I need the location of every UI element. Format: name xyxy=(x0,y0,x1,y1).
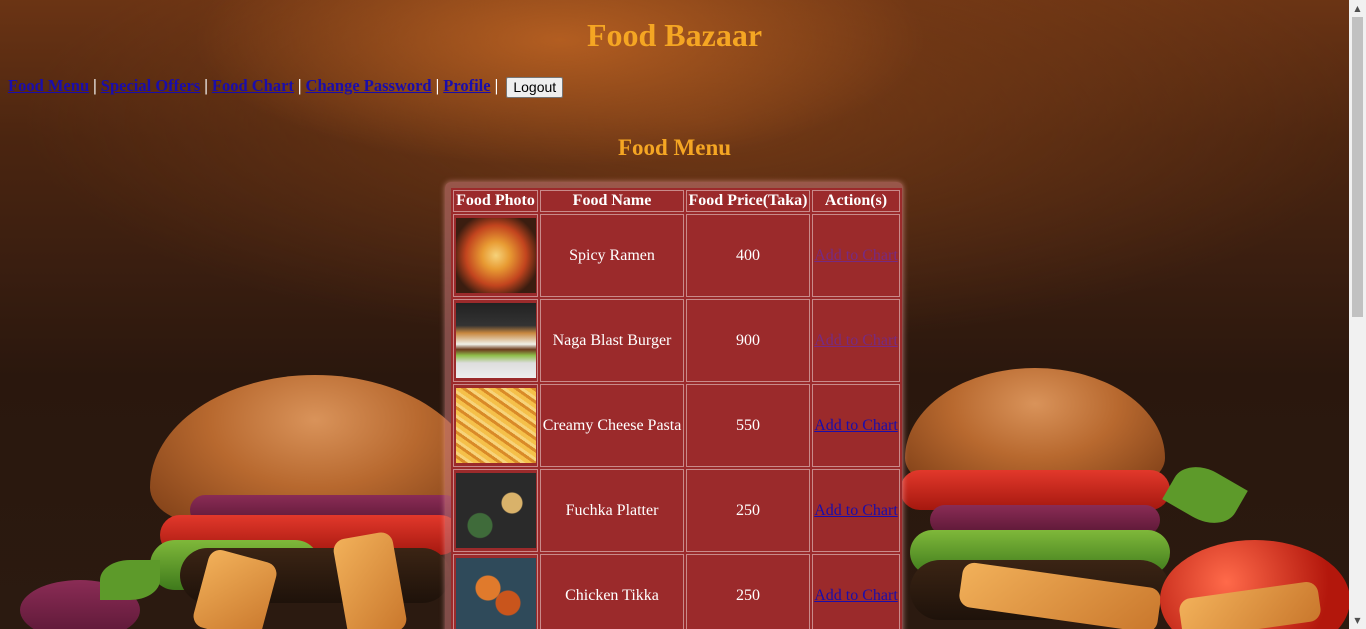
nav-link-food-chart[interactable]: Food Chart xyxy=(212,76,294,95)
nav-separator: | xyxy=(93,76,97,95)
nav-separator: | xyxy=(435,76,440,95)
site-title: Food Bazaar xyxy=(586,17,763,53)
food-price-cell: 250 xyxy=(686,554,810,629)
section-title: Food Menu xyxy=(617,135,732,160)
action-cell: Add to Chart xyxy=(812,299,900,382)
food-price-cell: 550 xyxy=(686,384,810,467)
nav-separator: | xyxy=(297,76,302,95)
action-cell: Add to Chart xyxy=(812,469,900,552)
table-row: Chicken Tikka 250 Add to Chart xyxy=(453,554,900,629)
add-to-chart-link[interactable]: Add to Chart xyxy=(814,247,898,264)
spicy-ramen-photo xyxy=(455,218,536,293)
food-photo-cell xyxy=(453,214,538,297)
action-cell: Add to Chart xyxy=(812,384,900,467)
food-name-cell: Naga Blast Burger xyxy=(540,299,684,382)
food-price-cell: 250 xyxy=(686,469,810,552)
menu-table-container: Food Photo Food Name Food Price(Taka) Ac… xyxy=(445,182,903,629)
nav-link-profile[interactable]: Profile xyxy=(443,76,490,95)
food-photo-cell xyxy=(453,469,538,552)
food-name-cell: Fuchka Platter xyxy=(540,469,684,552)
nav-link-food-menu[interactable]: Food Menu xyxy=(8,76,89,95)
nav-separator: | xyxy=(204,76,208,95)
food-name-cell: Spicy Ramen xyxy=(540,214,684,297)
add-to-chart-link[interactable]: Add to Chart xyxy=(814,332,898,349)
food-photo-cell xyxy=(453,299,538,382)
fuchka-platter-photo xyxy=(455,473,536,548)
table-row: Spicy Ramen 400 Add to Chart xyxy=(453,214,900,297)
food-price-cell: 900 xyxy=(686,299,810,382)
creamy-cheese-pasta-photo xyxy=(455,388,536,463)
header-actions: Action(s) xyxy=(812,190,900,212)
naga-blast-burger-photo xyxy=(455,303,536,378)
header-food-photo: Food Photo xyxy=(453,190,538,212)
top-nav: Food Menu | Special Offers | Food Chart | Chan… xyxy=(8,76,564,98)
scroll-thumb[interactable] xyxy=(1352,17,1363,317)
food-photo-cell xyxy=(453,384,538,467)
food-menu-table: Food Photo Food Name Food Price(Taka) Ac… xyxy=(451,188,902,629)
nav-separator: | xyxy=(494,76,499,95)
action-cell: Add to Chart xyxy=(812,214,900,297)
add-to-chart-link[interactable]: Add to Chart xyxy=(814,502,898,519)
food-name-cell: Chicken Tikka xyxy=(540,554,684,629)
food-photo-cell xyxy=(453,554,538,629)
nav-link-special-offers[interactable]: Special Offers xyxy=(101,76,200,95)
logout-button[interactable]: Logout xyxy=(506,76,564,98)
nav-link-change-password[interactable]: Change Password xyxy=(306,76,432,95)
scroll-down-icon[interactable]: ▼ xyxy=(1349,612,1366,629)
table-row: Naga Blast Burger 900 Add to Chart xyxy=(453,299,900,382)
scroll-up-icon[interactable]: ▲ xyxy=(1349,0,1366,17)
food-name-cell: Creamy Cheese Pasta xyxy=(540,384,684,467)
add-to-chart-link[interactable]: Add to Chart xyxy=(814,417,898,434)
add-to-chart-link[interactable]: Add to Chart xyxy=(814,587,898,604)
food-price-cell: 400 xyxy=(686,214,810,297)
action-cell: Add to Chart xyxy=(812,554,900,629)
table-row: Creamy Cheese Pasta 550 Add to Chart xyxy=(453,384,900,467)
vertical-scrollbar[interactable]: ▲ ▼ xyxy=(1349,0,1366,629)
table-row: Fuchka Platter 250 Add to Chart xyxy=(453,469,900,552)
header-food-name: Food Name xyxy=(540,190,684,212)
header-food-price: Food Price(Taka) xyxy=(686,190,810,212)
chicken-tikka-photo xyxy=(455,558,536,629)
table-header-row: Food Photo Food Name Food Price(Taka) Ac… xyxy=(453,190,900,212)
